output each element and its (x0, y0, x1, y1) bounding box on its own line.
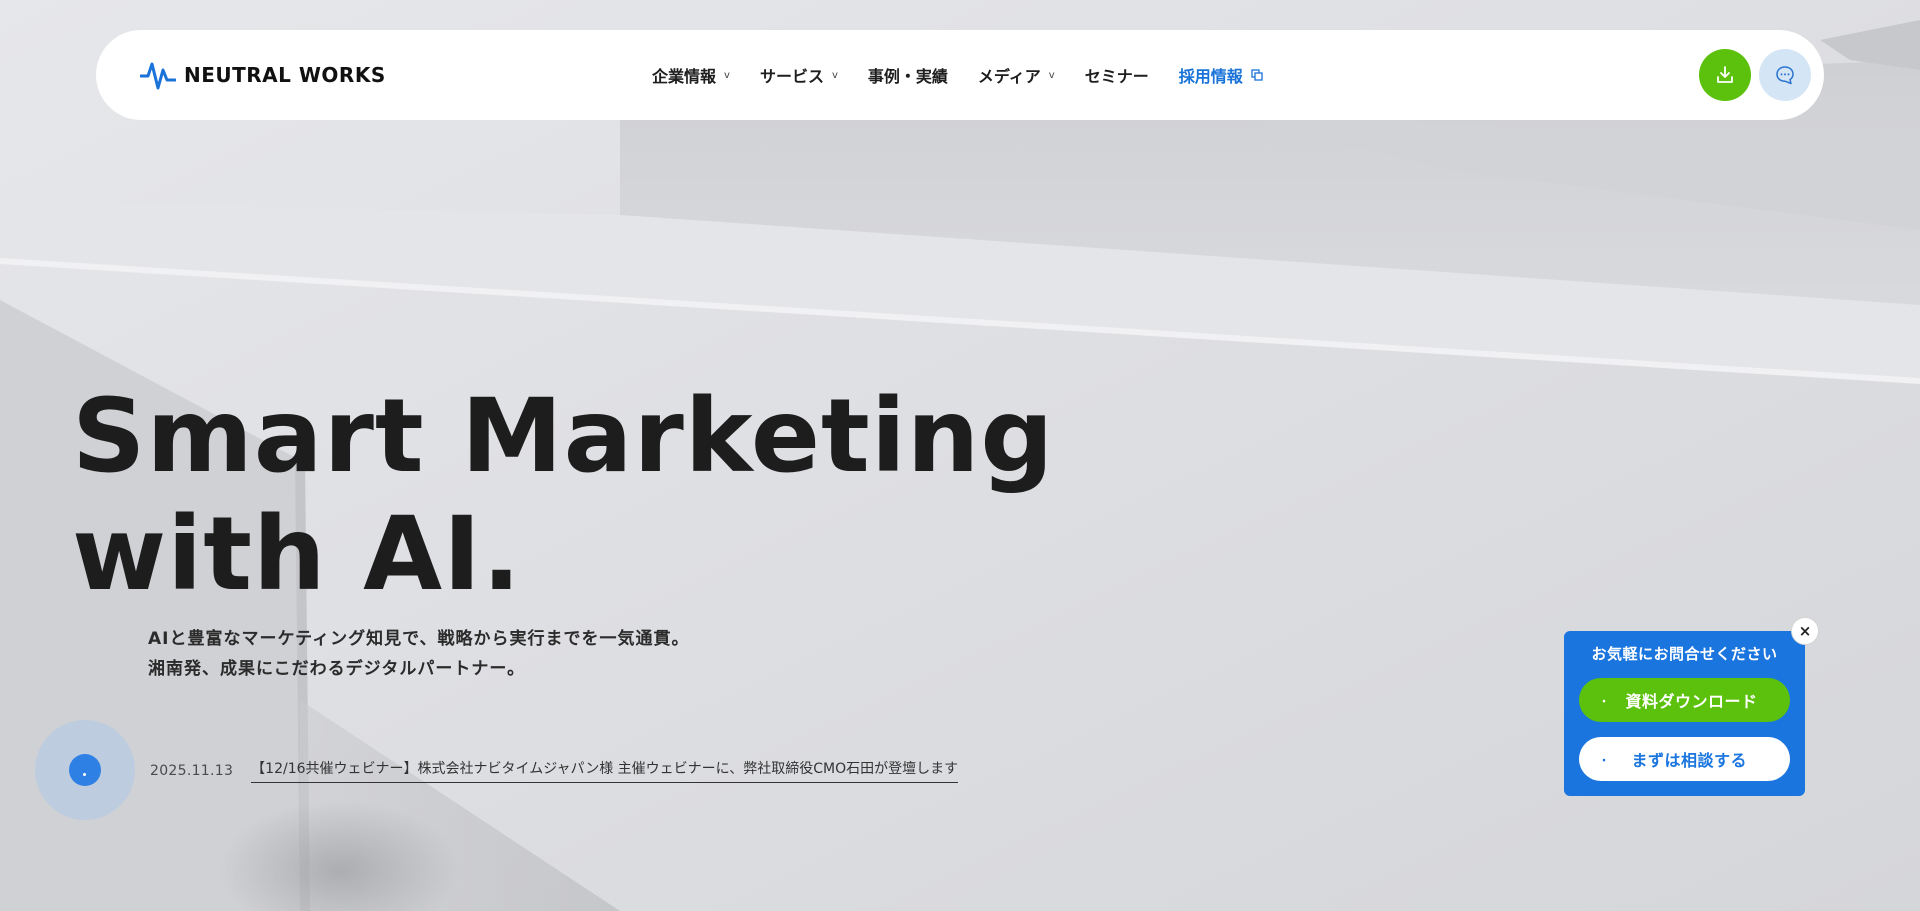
pulse-wave-icon (140, 62, 176, 90)
main-nav: 企業情報 v サービス v 事例・実績 メディア v セミナー 採用情報 (652, 30, 1263, 120)
nav-item-recruit[interactable]: 採用情報 (1179, 63, 1263, 87)
nav-label: 事例・実績 (867, 67, 948, 86)
bullet-icon: ・ (1599, 696, 1610, 708)
external-link-icon (1251, 69, 1263, 81)
nav-item-cases[interactable]: 事例・実績 (868, 63, 948, 87)
news-ticker: 2025.11.13 【12/16共催ウェビナー】株式会社ナビタイムジャパン様 … (150, 758, 959, 783)
chat-bubble-icon (1776, 66, 1794, 85)
chevron-down-icon: v (724, 69, 730, 81)
nav-label: 企業情報 (652, 67, 717, 86)
hero-headline: Smart Marketing with AI. (72, 378, 1054, 614)
news-date: 2025.11.13 (150, 762, 234, 779)
nav-item-services[interactable]: サービス v (760, 63, 838, 87)
nav-label: 採用情報 (1178, 67, 1243, 86)
close-icon[interactable]: × (1791, 617, 1819, 645)
news-link[interactable]: 【12/16共催ウェビナー】株式会社ナビタイムジャパン様 主催ウェビナーに、弊社… (251, 758, 959, 783)
consult-button[interactable]: ・ まずは相談する (1579, 737, 1790, 781)
headline-line-2: with AI. (72, 495, 522, 614)
hero-subcopy: AIと豊富なマーケティング知見で、戦略から実行までを一気通貫。 湘南発、成果にこ… (148, 624, 689, 684)
nav-item-company[interactable]: 企業情報 v (652, 63, 730, 87)
nav-label: メディア (977, 67, 1041, 86)
document-download-label: 資料ダウンロード (1625, 692, 1758, 711)
document-download-button[interactable]: ・ 資料ダウンロード (1579, 678, 1790, 722)
bullet-icon: ・ (1599, 755, 1610, 767)
subcopy-line-1: AIと豊富なマーケティング知見で、戦略から実行までを一気通貫。 (148, 629, 690, 649)
download-button[interactable] (1699, 49, 1751, 101)
nav-label: サービス (759, 67, 824, 86)
chevron-down-icon: v (1048, 69, 1055, 81)
indicator-dot-icon (69, 754, 101, 786)
site-header: NEUTRAL WORKS 企業情報 v サービス v 事例・実績 メディア v… (96, 30, 1824, 120)
nav-label: セミナー (1084, 67, 1149, 86)
headline-line-1: Smart Marketing (72, 377, 1055, 496)
nav-item-media[interactable]: メディア v (978, 63, 1055, 87)
logo[interactable]: NEUTRAL WORKS (140, 58, 386, 92)
brand-name: NEUTRAL WORKS (184, 63, 386, 87)
chevron-down-icon: v (831, 69, 838, 81)
download-icon (1717, 66, 1733, 83)
nav-item-seminar[interactable]: セミナー (1085, 63, 1149, 87)
contact-widget-title: お気軽にお問合せください (1591, 645, 1778, 663)
subcopy-line-2: 湘南発、成果にこだわるデジタルパートナー。 (148, 659, 526, 679)
consult-label: まずは相談する (1631, 751, 1748, 770)
contact-widget: お気軽にお問合せください ・ 資料ダウンロード ・ まずは相談する (1564, 631, 1805, 796)
chat-button[interactable] (1759, 49, 1811, 101)
scroll-indicator[interactable] (35, 720, 135, 820)
